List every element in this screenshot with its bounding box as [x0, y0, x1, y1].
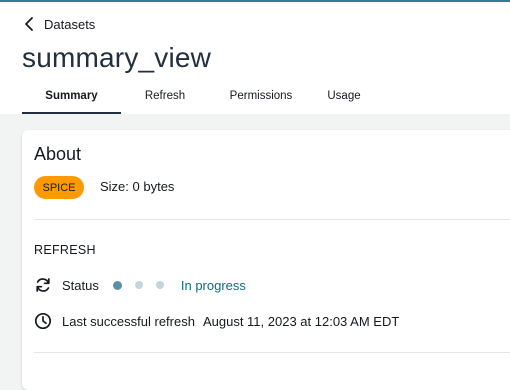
- tab-permissions[interactable]: Permissions: [209, 90, 313, 114]
- status-row: Status In progress: [34, 276, 246, 294]
- chevron-left-icon: [24, 16, 34, 32]
- back-link-label: Datasets: [44, 16, 96, 32]
- back-to-datasets-link[interactable]: Datasets: [24, 14, 95, 34]
- last-refresh-value: August 11, 2023 at 12:03 AM EDT: [202, 313, 400, 329]
- tab-summary[interactable]: Summary: [22, 90, 121, 114]
- clock-icon: [34, 312, 52, 330]
- refresh-heading: REFRESH: [34, 243, 96, 257]
- last-refresh-row: Last successful refresh August 11, 2023 …: [34, 312, 399, 330]
- section-divider: [34, 352, 510, 353]
- dataset-size: Size: 0 bytes: [100, 179, 175, 194]
- progress-dots: [112, 280, 177, 290]
- tab-usage[interactable]: Usage: [313, 90, 375, 114]
- tab-refresh[interactable]: Refresh: [121, 90, 209, 114]
- progress-dot: [134, 281, 143, 289]
- section-divider: [34, 219, 510, 220]
- tab-bar: Summary Refresh Permissions Usage: [22, 90, 375, 116]
- spice-badge: SPICE: [34, 176, 84, 199]
- status-label: Status: [62, 277, 99, 293]
- page-title: summary_view: [22, 42, 212, 73]
- summary-card: About SPICE Size: 0 bytes REFRESH Status…: [22, 130, 510, 390]
- progress-dot: [155, 281, 164, 289]
- progress-dot: [112, 280, 122, 290]
- last-refresh-label: Last successful refresh: [62, 313, 195, 329]
- status-value-link[interactable]: In progress: [181, 278, 246, 293]
- page-header: Datasets summary_view Summary Refresh Pe…: [0, 2, 510, 114]
- refresh-icon: [34, 276, 52, 294]
- about-heading: About: [34, 144, 82, 164]
